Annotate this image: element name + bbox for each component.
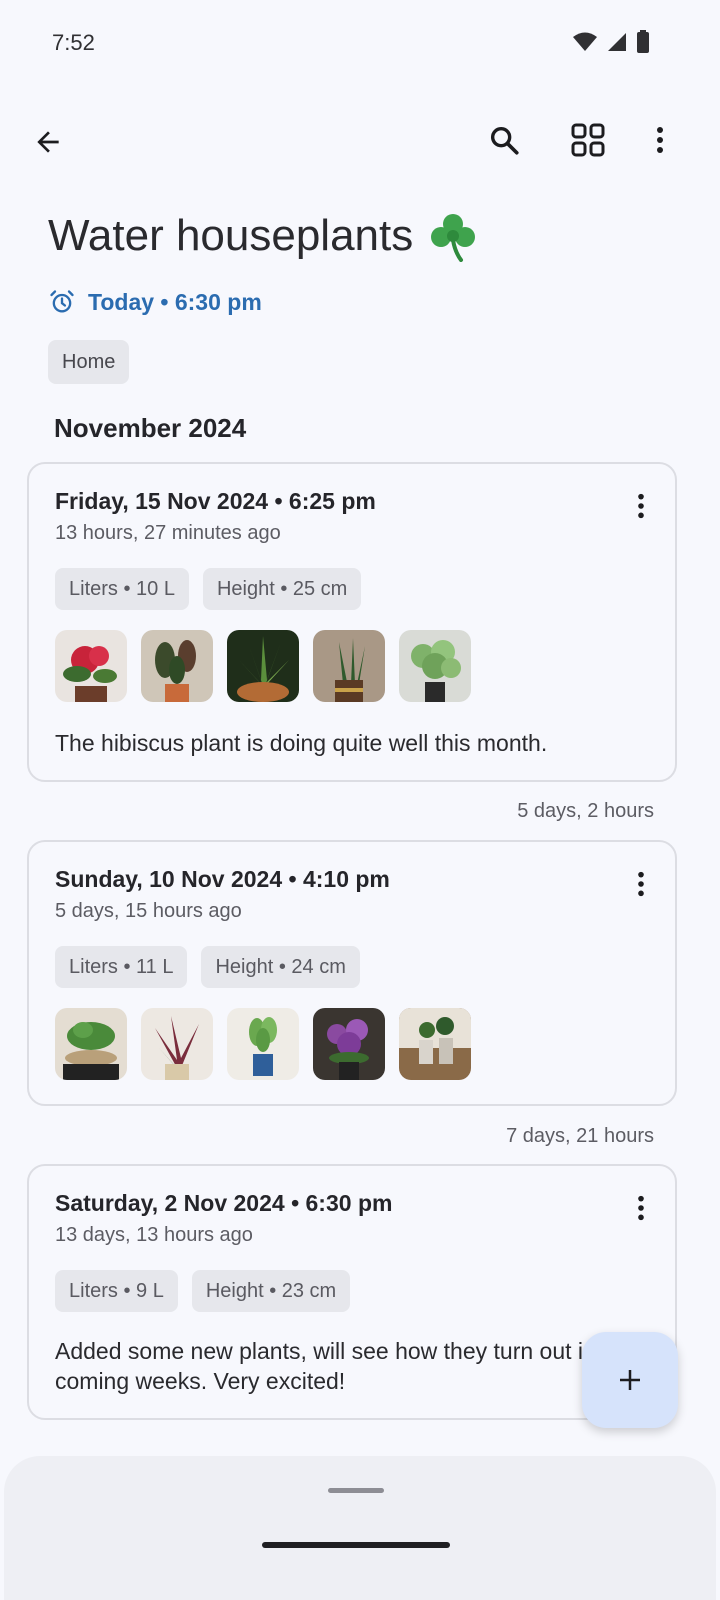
plant-photo[interactable] [313, 1008, 385, 1080]
add-entry-fab[interactable] [582, 1332, 678, 1428]
entry-date: Saturday, 2 Nov 2024 • 6:30 pm [55, 1190, 393, 1216]
entry-date: Friday, 15 Nov 2024 • 6:25 pm [55, 488, 376, 514]
plant-photo[interactable] [227, 1008, 299, 1080]
entry-chips: Liters • 9 L Height • 23 cm [55, 1270, 351, 1312]
search-button[interactable] [476, 112, 532, 168]
more-vert-icon [638, 1195, 644, 1221]
plant-photo[interactable] [55, 630, 127, 702]
plant-photo[interactable] [399, 1008, 471, 1080]
entry-relative-time: 13 days, 13 hours ago [55, 1224, 253, 1246]
drag-handle[interactable] [328, 1488, 384, 1493]
view-toggle-button[interactable] [560, 112, 616, 168]
plant-photo[interactable] [141, 1008, 213, 1080]
more-vert-icon [657, 127, 663, 153]
plant-photo[interactable] [55, 1008, 127, 1080]
entry-relative-time: 13 hours, 27 minutes ago [55, 522, 281, 544]
status-icons [572, 30, 650, 54]
status-bar: 7:52 [0, 0, 720, 90]
task-title: Water houseplants [48, 211, 414, 260]
liters-chip: Liters • 9 L [55, 1270, 178, 1312]
signal-icon [608, 33, 626, 51]
entry-menu-button[interactable] [623, 860, 659, 908]
history-entry-card[interactable]: Sunday, 10 Nov 2024 • 4:10 pm 5 days, 15… [27, 840, 677, 1106]
more-vert-icon [638, 493, 644, 519]
plant-photo[interactable] [399, 630, 471, 702]
page-title: Water houseplants [48, 210, 479, 262]
entry-note: The hibiscus plant is doing quite well t… [55, 730, 548, 756]
search-icon [490, 126, 519, 155]
interval-label: 7 days, 21 hours [506, 1125, 654, 1147]
battery-icon [637, 30, 649, 53]
wifi-icon [573, 32, 597, 51]
bottom-sheet[interactable] [4, 1456, 716, 1600]
shamrock-icon [427, 210, 479, 262]
plant-photo[interactable] [227, 630, 299, 702]
photo-strip [55, 630, 471, 702]
interval-label: 5 days, 2 hours [517, 800, 654, 822]
entry-chips: Liters • 11 L Height • 24 cm [55, 946, 360, 988]
back-button[interactable] [20, 114, 76, 170]
arrow-back-icon [37, 131, 59, 153]
tag-chip-home[interactable]: Home [48, 340, 130, 384]
entry-date: Sunday, 10 Nov 2024 • 4:10 pm [55, 866, 390, 892]
height-chip: Height • 24 cm [201, 946, 360, 988]
grid-view-icon [571, 123, 605, 157]
history-entry-card[interactable]: Saturday, 2 Nov 2024 • 6:30 pm 13 days, … [27, 1164, 677, 1420]
plant-photo[interactable] [313, 630, 385, 702]
height-chip: Height • 23 cm [191, 1270, 351, 1312]
more-vert-icon [638, 871, 644, 897]
liters-chip: Liters • 10 L [55, 568, 189, 610]
entry-menu-button[interactable] [623, 1184, 659, 1232]
gesture-nav-bar[interactable] [262, 1542, 450, 1548]
more-options-button[interactable] [632, 112, 688, 168]
reminder-label: Today • 6:30 pm [88, 288, 262, 315]
status-time: 7:52 [52, 30, 95, 55]
entry-menu-button[interactable] [623, 482, 659, 530]
app-bar [0, 110, 720, 174]
photo-strip [55, 1008, 471, 1080]
entry-relative-time: 5 days, 15 hours ago [55, 900, 242, 922]
entry-note: Added some new plants, will see how they… [55, 1338, 635, 1394]
reminder-time[interactable]: Today • 6:30 pm [48, 288, 262, 316]
alarm-icon [50, 290, 74, 313]
history-entry-card[interactable]: Friday, 15 Nov 2024 • 6:25 pm 13 hours, … [27, 462, 677, 782]
entry-chips: Liters • 10 L Height • 25 cm [55, 568, 362, 610]
plant-photo[interactable] [141, 630, 213, 702]
month-header: November 2024 [54, 413, 247, 443]
height-chip: Height • 25 cm [202, 568, 362, 610]
liters-chip: Liters • 11 L [55, 946, 188, 988]
add-icon [620, 1370, 640, 1390]
